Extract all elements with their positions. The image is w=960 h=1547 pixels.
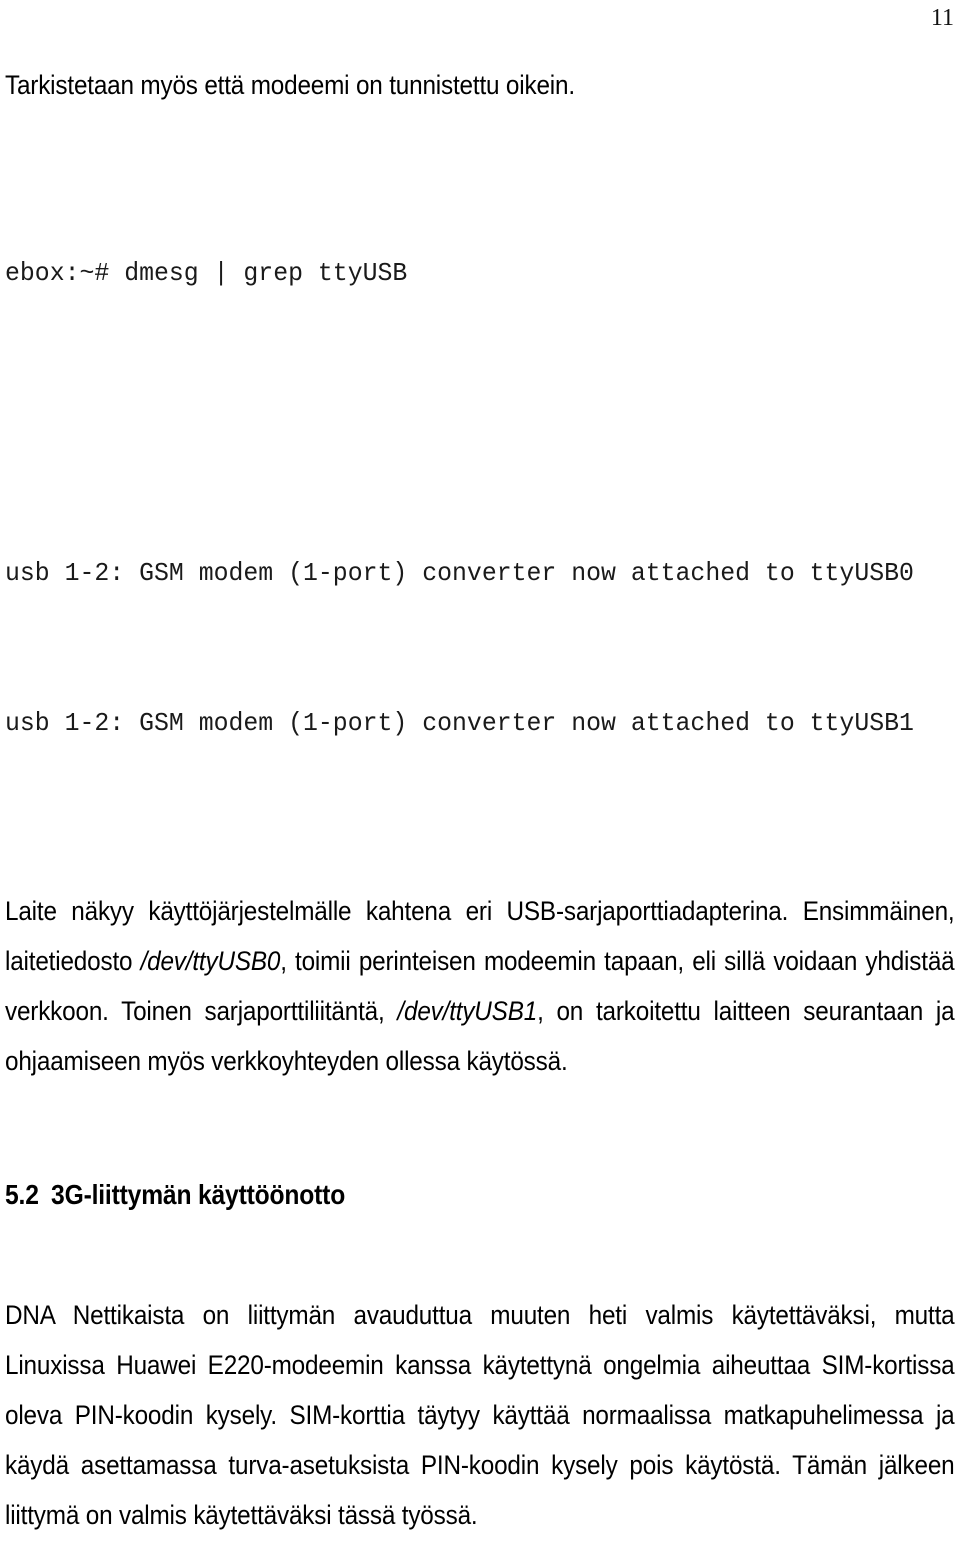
document-page: 11 Tarkistetaan myös että modeemi on tun… — [0, 0, 960, 1547]
paragraph-usb-adapters: Laite näkyy käyttöjärjestelmälle kahtena… — [5, 886, 955, 1086]
section-number-5-2: 5.2 — [5, 1179, 39, 1210]
terminal-block: ebox:~# dmesg | grep ttyUSB usb 1-2: GSM… — [5, 148, 914, 848]
terminal-command-line: ebox:~# dmesg | grep ttyUSB — [5, 258, 408, 288]
device-path-ttyusb1: /dev/ttyUSB1 — [397, 996, 538, 1026]
terminal-output-line-0: usb 1-2: GSM modem (1-port) converter no… — [5, 558, 914, 588]
section-heading-5-2: 5.2 3G-liittymän käyttöönotto — [5, 1178, 955, 1212]
terminal-output-line-1: usb 1-2: GSM modem (1-port) converter no… — [5, 708, 914, 738]
lead-paragraph: Tarkistetaan myös että modeemi on tunnis… — [5, 70, 575, 100]
page-number: 11 — [930, 5, 954, 31]
device-path-ttyusb0: /dev/ttyUSB0 — [140, 946, 281, 976]
paragraph-section-5-2: DNA Nettikaista on liittymän avauduttua … — [5, 1300, 955, 1530]
section-title-5-2: 3G-liittymän käyttöönotto — [51, 1179, 346, 1210]
page-content: Tarkistetaan myös että modeemi on tunnis… — [5, 60, 955, 1547]
